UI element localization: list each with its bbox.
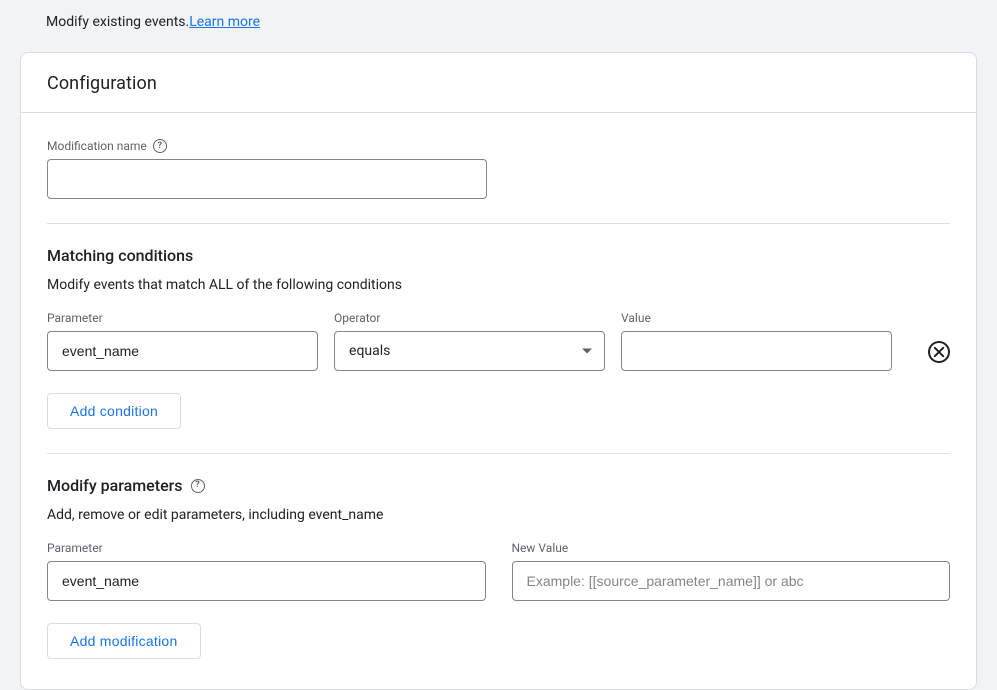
help-icon[interactable]: ? xyxy=(153,139,167,153)
add-modification-button[interactable]: Add modification xyxy=(47,623,201,659)
intro-description: Modify existing events. xyxy=(46,14,189,30)
help-icon[interactable]: ? xyxy=(191,479,205,493)
new-value-label: New Value xyxy=(512,541,951,555)
configuration-card: Configuration Modification name ? Matchi… xyxy=(20,52,977,690)
modify-new-value-input[interactable] xyxy=(512,561,951,601)
condition-row: Parameter Operator equals Value xyxy=(47,311,950,371)
card-header: Configuration xyxy=(21,53,976,113)
condition-operator-select[interactable]: equals xyxy=(334,331,605,371)
value-label: Value xyxy=(621,311,892,325)
modify-parameters-title: Modify parameters ? xyxy=(47,476,950,495)
param-label: Parameter xyxy=(47,311,318,325)
parameter-row: Parameter New Value xyxy=(47,541,950,601)
chevron-down-icon xyxy=(582,349,592,354)
modification-name-label: Modification name ? xyxy=(47,139,950,153)
operator-selected-value: equals xyxy=(349,343,390,359)
param-label: Parameter xyxy=(47,541,486,555)
modify-parameter-input[interactable] xyxy=(47,561,486,601)
divider xyxy=(47,223,950,224)
matching-conditions-title: Matching conditions xyxy=(47,246,950,265)
learn-more-link[interactable]: Learn more xyxy=(189,14,260,30)
modification-name-input[interactable] xyxy=(47,159,487,199)
card-title: Configuration xyxy=(47,73,950,94)
condition-parameter-input[interactable] xyxy=(47,331,318,371)
divider xyxy=(47,453,950,454)
intro-text: Modify existing events.Learn more xyxy=(46,14,977,30)
modify-parameters-desc: Add, remove or edit parameters, includin… xyxy=(47,507,950,523)
condition-value-input[interactable] xyxy=(621,331,892,371)
remove-condition-button[interactable] xyxy=(928,341,950,363)
operator-label: Operator xyxy=(334,311,605,325)
add-condition-button[interactable]: Add condition xyxy=(47,393,181,429)
close-icon xyxy=(934,347,944,357)
matching-conditions-desc: Modify events that match ALL of the foll… xyxy=(47,277,950,293)
